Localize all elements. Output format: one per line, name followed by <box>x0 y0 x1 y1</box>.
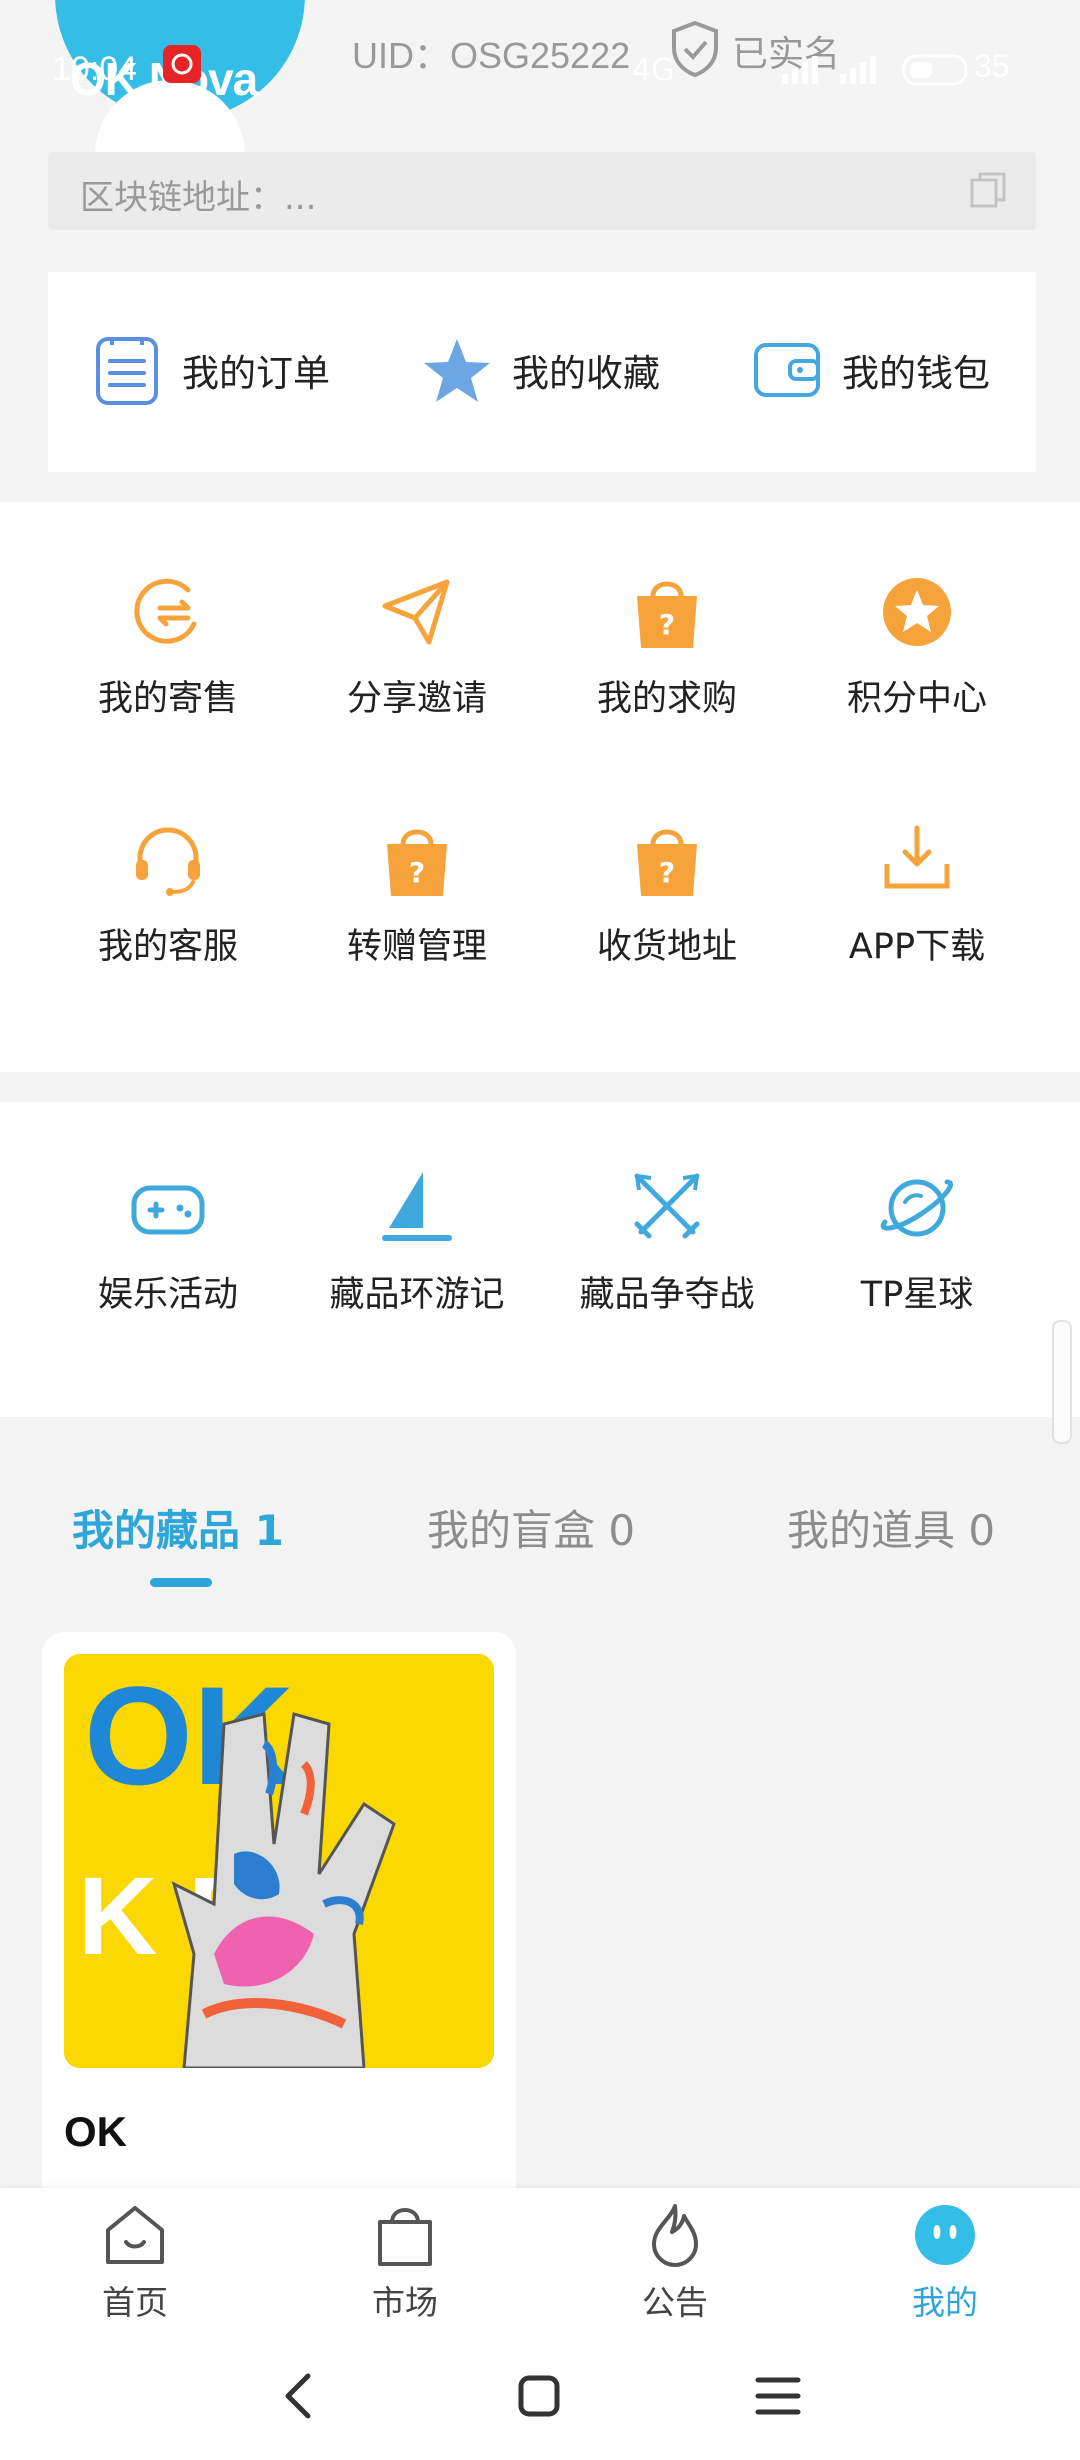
svg-text:?: ? <box>659 608 675 641</box>
grid-item-label: 我的客服 <box>97 927 238 967</box>
planet-icon <box>880 1179 954 1237</box>
my-wallet-button[interactable]: 我的钱包 <box>752 330 990 410</box>
nav-announcements-label: 公告 <box>642 2283 708 2322</box>
grid-item-entertainment[interactable]: 娱乐活动 <box>33 1168 303 1317</box>
grid-item-transfer-manage[interactable]: ? 转赠管理 <box>282 820 552 969</box>
grid-item-share-invite[interactable]: 分享邀请 <box>282 572 552 721</box>
home-icon <box>106 2206 164 2264</box>
nav-home[interactable]: 首页 <box>0 2200 270 2324</box>
blockchain-address-text: 区块链地址：... <box>80 178 317 218</box>
grid-item-shipping-address[interactable]: ? 收货地址 <box>532 820 802 969</box>
paper-plane-icon <box>382 579 450 645</box>
grid-item-label: 藏品环游记 <box>329 1275 505 1315</box>
my-wallet-label: 我的钱包 <box>842 352 990 395</box>
tab-my-blind-boxes[interactable]: 我的盲盒 0 <box>427 1497 635 1558</box>
nav-market-label: 市场 <box>372 2283 438 2322</box>
shopping-bag-icon: ? <box>387 829 447 896</box>
grid-item-app-download[interactable]: APP下载 <box>782 820 1052 969</box>
svg-text:?: ? <box>659 856 675 889</box>
grid-item-collectible-journey[interactable]: 藏品环游记 <box>282 1168 552 1317</box>
nav-mine[interactable]: 我的 <box>810 2200 1080 2324</box>
scrollbar[interactable] <box>1052 1320 1072 1444</box>
shopping-bag-icon: ? <box>637 581 697 648</box>
tab-my-items[interactable]: 我的道具 0 <box>787 1497 995 1558</box>
user-id: UID：OSG25222 <box>352 35 631 76</box>
collectible-name: OK <box>64 2108 127 2155</box>
grid-item-tp-planet[interactable]: TP星球 <box>782 1168 1052 1317</box>
profile-face-icon <box>915 2205 975 2265</box>
grid-item-label: 积分中心 <box>846 679 987 719</box>
active-tab-indicator <box>150 1578 212 1587</box>
bag-icon <box>378 2208 432 2266</box>
shopping-bag-icon: ? <box>637 829 697 896</box>
collectible-image[interactable]: OK K D <box>64 1654 494 2068</box>
gamepad-icon <box>131 1185 205 1235</box>
grid-item-label: 收货地址 <box>596 927 737 967</box>
nav-market[interactable]: 市场 <box>270 2200 540 2324</box>
my-orders-button[interactable]: 我的订单 <box>92 330 330 410</box>
grid-item-label: 藏品争夺战 <box>579 1275 755 1315</box>
grid-item-customer-service[interactable]: 我的客服 <box>33 820 303 969</box>
nav-announcements[interactable]: 公告 <box>540 2200 810 2324</box>
tab-my-collectibles[interactable]: 我的藏品 1 <box>72 1497 284 1558</box>
copy-icon[interactable] <box>968 170 1008 210</box>
battery-level: 35 <box>974 48 1010 84</box>
grid-item-label: 转赠管理 <box>346 927 487 967</box>
grid-item-label: 我的寄售 <box>97 679 238 719</box>
consign-icon <box>134 578 197 644</box>
flame-icon <box>652 2204 698 2267</box>
nav-home-label: 首页 <box>102 2283 168 2322</box>
points-star-icon <box>883 578 951 646</box>
sailboat-icon <box>382 1172 452 1241</box>
nav-mine-label: 我的 <box>912 2283 978 2322</box>
svg-text:4G: 4G <box>632 53 674 88</box>
svg-text:?: ? <box>409 856 425 889</box>
wallet-icon <box>754 343 820 397</box>
system-menu-icon[interactable] <box>748 2366 808 2426</box>
grid-item-label: 分享邀请 <box>346 679 487 719</box>
my-favorites-button[interactable]: 我的收藏 <box>422 330 660 410</box>
my-orders-label: 我的订单 <box>182 352 330 395</box>
download-icon <box>884 825 950 889</box>
notification-app-icon <box>163 45 201 83</box>
system-home-icon[interactable] <box>509 2366 569 2426</box>
grid-item-label: APP下载 <box>848 927 986 967</box>
order-list-icon <box>96 337 158 405</box>
star-icon <box>424 339 490 402</box>
status-time: 10:04 <box>52 50 138 88</box>
grid-item-label: TP星球 <box>860 1275 974 1315</box>
my-favorites-label: 我的收藏 <box>512 352 660 395</box>
grid-item-want-buy[interactable]: ? 我的求购 <box>532 572 802 721</box>
grid-item-label: 娱乐活动 <box>97 1275 238 1315</box>
system-back-icon[interactable] <box>270 2366 330 2426</box>
headset-icon <box>136 827 200 896</box>
grid-item-consign[interactable]: 我的寄售 <box>33 572 303 721</box>
crossed-swords-icon <box>634 1173 700 1239</box>
grid-item-collectible-battle[interactable]: 藏品争夺战 <box>532 1168 802 1317</box>
grid-item-label: 我的求购 <box>596 679 737 719</box>
grid-item-points-center[interactable]: 积分中心 <box>782 572 1052 721</box>
